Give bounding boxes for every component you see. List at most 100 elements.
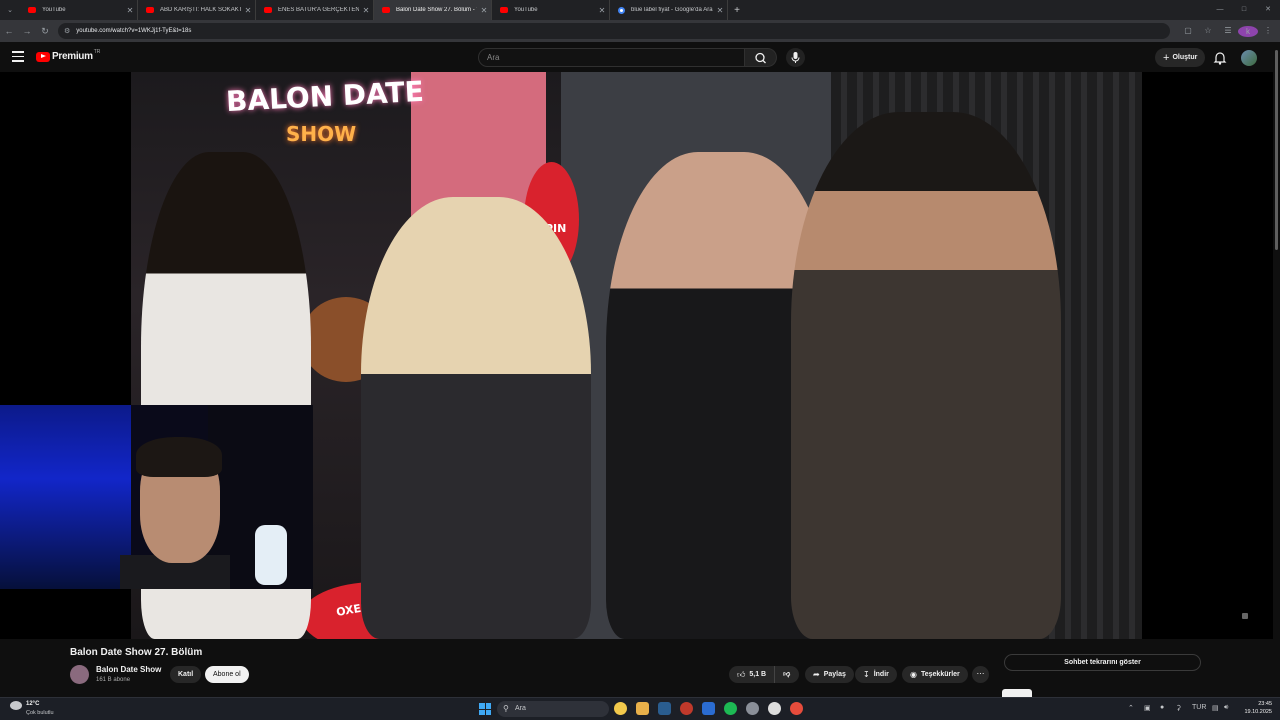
steam-icon[interactable] [658,702,671,715]
person-leather-jacket [361,197,591,639]
search-icon: ⚲ [503,704,509,713]
channel-avatar[interactable] [70,665,89,684]
network-icon[interactable]: ▤ [1212,704,1219,712]
video-title: Balon Date Show 27. Bölüm [70,647,203,658]
youtube-favicon-icon [382,7,390,13]
browser-tab[interactable]: YouTube ✕ [492,0,610,20]
input-language[interactable]: TUR [1192,704,1206,711]
create-button[interactable]: + Oluştur [1155,48,1206,67]
video-player[interactable]: BALON DATE SHOW XEPIN OXEPIN [0,72,1273,639]
new-tab-button[interactable]: + [728,5,746,16]
thanks-label: Teşekkürler [920,671,960,678]
weather-description[interactable]: Çok bulutlu [26,710,54,716]
microphone-icon [791,52,800,63]
download-label: İndir [873,671,889,678]
browser-tab-label: YouTube [42,7,66,13]
profile-avatar[interactable]: k [1238,25,1258,37]
youtube-favicon-icon [146,7,154,13]
thanks-button[interactable]: ◉ Teşekkürler [902,666,968,683]
close-window-icon[interactable]: ✕ [1256,0,1280,20]
close-tab-icon[interactable]: ✕ [123,6,137,15]
download-icon: ↧ [863,670,870,679]
browser-tab-label: YouTube [514,7,538,13]
browser-tab[interactable]: ABD KARIŞTI: HALK SOKAKTA: •✕ [138,0,256,20]
opera-icon[interactable] [680,702,693,715]
file-explorer-icon[interactable] [636,702,649,715]
windows-start-icon[interactable] [479,703,491,715]
browser-menu-icon[interactable]: ⋮ [1258,26,1278,37]
close-tab-icon[interactable]: ✕ [359,6,373,15]
logo-text: Premium [52,51,93,62]
browser-tab[interactable]: YouTube ✕ [20,0,138,20]
minimize-icon[interactable]: — [1208,0,1232,20]
maximize-icon[interactable]: □ [1232,0,1256,20]
show-chat-replay-button[interactable]: Sohbet tekrarını göster [1004,654,1201,671]
bookmark-star-icon[interactable]: ☆ [1198,26,1218,37]
account-avatar[interactable] [1241,50,1257,66]
hamburger-menu-icon[interactable] [12,51,24,65]
search-button[interactable] [745,48,777,67]
tray-mic-icon[interactable]: ⚳ [1176,704,1181,712]
subscribe-button[interactable]: Abone ol [205,666,249,683]
spotify-icon[interactable] [724,702,737,715]
tray-app-icon[interactable]: ● [1160,704,1164,711]
volume-icon[interactable]: 🔊︎ [1224,704,1228,712]
close-tab-icon[interactable]: ✕ [241,6,255,15]
thumbs-down-icon: 👎︎ [783,671,791,678]
dislike-button[interactable]: 👎︎ [775,666,798,683]
weather-temperature[interactable]: 12°C [26,701,39,707]
tab-search-icon[interactable]: ⌄ [0,6,20,14]
browser-tab-strip: ⌄ YouTube✕ ABD KARIŞTI: HALK SOKAKTA: •✕… [0,0,1280,20]
more-actions-button[interactable]: ⋯ [972,666,989,683]
player-corner-indicator [1242,613,1248,619]
taskbar-search-input[interactable]: ⚲ Ara [497,701,609,717]
site-info-icon[interactable]: ⚙ [64,27,70,35]
join-button[interactable]: Katıl [170,666,202,683]
profile-initial: k [1238,25,1258,37]
search-input[interactable]: Ara [478,48,745,67]
webcam-hair [136,437,222,477]
person-brown-jacket [791,112,1061,639]
channel-name[interactable]: Balon Date Show [96,665,161,674]
notifications-bell-icon[interactable] [1212,50,1228,66]
close-tab-icon[interactable]: ✕ [595,6,609,15]
share-button[interactable]: ➦ Paylaş [805,666,854,683]
close-tab-icon[interactable]: ✕ [713,6,727,15]
system-clock[interactable]: 23:45 19.10.2025 [1240,700,1272,716]
sidebar-chip[interactable] [1002,689,1032,697]
obs-icon[interactable] [768,702,781,715]
youtube-favicon-icon [28,7,36,13]
reload-icon[interactable]: ↻ [36,26,54,37]
browser-tab-active[interactable]: Balon Date Show 27. Bölüm - Y ✕ [374,0,492,20]
clock-time: 23:45 [1258,701,1272,707]
tray-app-icon[interactable]: ▣ [1144,704,1151,712]
scrollbar-thumb[interactable] [1275,50,1278,250]
thumbs-up-icon: 👍︎ [737,670,746,679]
clock-date: 19.10.2025 [1244,709,1272,715]
url-input[interactable]: ⚙ youtube.com/watch?v=1WKJj1f-TyE&t=18s [58,23,1170,39]
like-count: 5,1 B [749,671,767,678]
chrome-profile-icon[interactable] [790,702,803,715]
browser-tab[interactable]: blue label fiyat - Google'da Ara ✕ [610,0,728,20]
neon-sign-line2: SHOW [286,122,357,146]
youtube-premium-logo[interactable]: Premium TR [36,49,100,62]
page-scrollbar[interactable] [1273,42,1280,697]
forward-arrow-icon[interactable]: → [18,26,36,36]
download-button[interactable]: ↧ İndir [855,666,897,683]
window-controls: — □ ✕ [1208,0,1280,20]
browser-tab-label: Balon Date Show 27. Bölüm - Y [396,7,477,13]
close-tab-icon[interactable]: ✕ [477,6,491,15]
back-arrow-icon[interactable]: ← [0,26,18,36]
voice-search-button[interactable] [786,48,805,67]
browser-tab[interactable]: ENES BATUR'A GERÇEKTEN NE✕ [256,0,374,20]
extensions-icon[interactable]: ☰ [1218,26,1238,37]
install-app-icon[interactable]: ▢ [1178,26,1198,37]
like-button[interactable]: 👍︎ 5,1 B [729,666,776,683]
cloud-icon[interactable] [10,701,22,710]
url-text: youtube.com/watch?v=1WKJj1f-TyE&t=18s [76,28,192,34]
browser-tab-label: ABD KARIŞTI: HALK SOKAKTA: • [160,7,241,13]
app-icon[interactable] [702,702,715,715]
tray-chevron-icon[interactable]: ⌃ [1128,704,1134,712]
settings-gear-icon[interactable] [746,702,759,715]
chrome-icon[interactable] [614,702,627,715]
